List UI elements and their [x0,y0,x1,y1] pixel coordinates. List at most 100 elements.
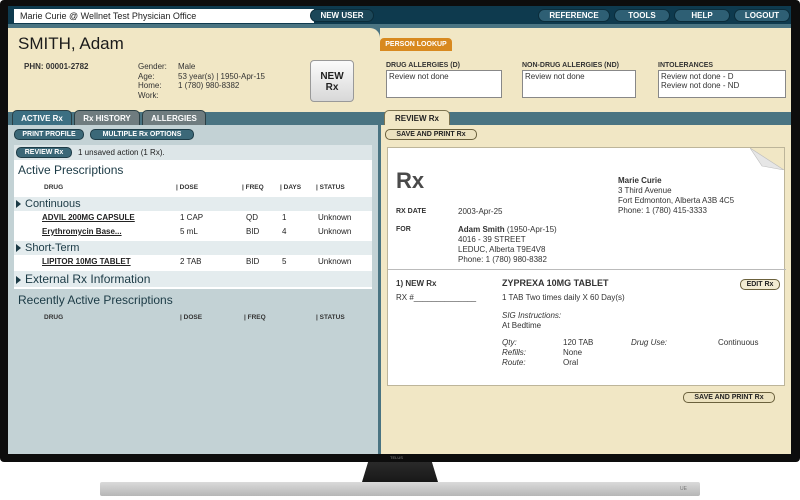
recent-col-drug: DRUG [44,314,64,321]
print-profile-button[interactable]: PRINT PROFILE [14,129,84,140]
intolerances-line2: Review not done - ND [661,81,740,90]
patient-header: SMITH, Adam PHN: 00001-2782 Gender: Male … [8,28,380,112]
new-rx-button[interactable]: NEW Rx [310,60,354,102]
tab-review-rx[interactable]: REVIEW Rx [384,110,450,126]
continuous-label: Continuous [25,198,81,210]
rx-status: Unknown [318,213,352,222]
review-rx-button[interactable]: REVIEW Rx [16,147,72,158]
for-phone: Phone: 1 (780) 980-8382 [458,255,547,264]
person-lookup-tab[interactable]: PERSON LOOKUP [380,38,452,51]
short-term-label: Short-Term [25,242,80,254]
rx-drug-name: ZYPREXA 10MG TABLET [502,278,609,288]
expand-icon [16,244,21,253]
reference-button[interactable]: REFERENCE [538,9,610,22]
rx-date-value: 2003-Apr-25 [458,207,503,216]
recent-prescriptions-title: Recently Active Prescriptions [18,293,173,307]
rx-drug-link[interactable]: ADVIL 200MG CAPSULE [42,213,135,222]
rx-dose: 5 mL [180,227,198,236]
table-row: Erythromycin Base... 5 mL BID 4 Unknown [14,226,372,238]
prescriber-phone: Phone: 1 (780) 415-3333 [618,206,707,215]
save-and-print-top-button[interactable]: SAVE AND PRINT Rx [385,129,477,140]
recent-prescriptions-section: Recently Active Prescriptions DRUG | DOS… [14,289,372,454]
nondrug-allergies-box[interactable]: Review not done [522,70,636,98]
rx-status: Unknown [318,227,352,236]
patient-demographics: Gender: Male Age: 53 year(s) | 1950-Apr-15… [138,62,265,100]
intolerances-label: INTOLERANCES [658,62,714,69]
refills-label: Refills: [502,348,527,357]
rx-date-label: RX DATE [396,208,427,215]
drug-allergies-box[interactable]: Review not done [386,70,502,98]
person-lookup-panel: PERSON LOOKUP DRUG ALLERGIES (D) Review … [380,28,791,112]
table-row: LIPITOR 10MG TABLET 2 TAB BID 5 Unknown [14,256,372,268]
nondrug-allergies: NON-DRUG ALLERGIES (ND) Review not done [522,62,636,98]
rx-drug-link[interactable]: Erythromycin Base... [42,227,122,236]
route-label: Route: [502,358,526,367]
recent-col-dose: | DOSE [180,314,203,321]
current-user: Marie Curie @ Wellnet Test Physician Off… [14,9,314,23]
active-rx-panel: PRINT PROFILE MULTIPLE Rx OPTIONS REVIEW… [8,125,378,454]
age-value: 53 year(s) | 1950-Apr-15 [178,71,266,81]
patient-phn: PHN: 00001-2782 [24,62,89,71]
col-days: | DAYS [280,184,302,191]
tools-button[interactable]: TOOLS [614,9,670,22]
monitor-brand: TELUS [390,455,403,460]
prescriber-address-2: Fort Edmonton, Alberta A3B 4C5 [618,196,735,205]
review-rx-panel: SAVE AND PRINT Rx Rx Marie Curie 3 Third… [381,125,791,454]
short-term-group[interactable]: Short-Term [14,241,372,255]
for-address-1: 4016 - 39 STREET [458,235,526,244]
prescriber-name: Marie Curie [618,176,662,185]
continuous-group[interactable]: Continuous [14,197,372,211]
new-rx-top: NEW [320,71,344,82]
col-status: | STATUS [316,184,345,191]
for-name: Adam Smith [458,225,505,234]
save-and-print-bottom-button[interactable]: SAVE AND PRINT Rx [683,392,775,403]
edit-rx-button[interactable]: EDIT Rx [740,279,780,290]
expand-icon [16,200,21,209]
drug-use-label: Drug Use: [631,338,668,347]
new-rx-bottom: Rx [325,82,339,93]
rx-dose: 1 CAP [180,213,204,222]
work-label: Work: [138,90,159,100]
recent-col-status: | STATUS [316,314,345,321]
monitor-stand-base [100,482,700,496]
logout-button[interactable]: LOGOUT [734,9,790,22]
drug-allergies-label: DRUG ALLERGIES (D) [386,62,461,69]
rx-freq: BID [246,257,260,266]
col-freq: | FREQ [242,184,264,191]
tab-allergies[interactable]: ALLERGIES [142,110,206,126]
nondrug-allergies-value: Review not done [525,72,585,81]
rx-drug-link[interactable]: LIPITOR 10MG TABLET [42,257,131,266]
multiple-rx-options-button[interactable]: MULTIPLE Rx OPTIONS [90,129,194,140]
intolerances: INTOLERANCES Review not done - D Review … [658,62,786,98]
rx-days: 1 [282,213,287,222]
external-rx-group[interactable]: External Rx Information [14,271,372,287]
new-user-button[interactable]: NEW USER [310,9,374,22]
tab-active-rx[interactable]: ACTIVE Rx [12,110,72,126]
sig-label: SIG Instructions: [502,311,562,320]
monitor-stand-neck [362,462,438,482]
gender-label: Gender: [138,62,167,71]
drug-allergies-value: Review not done [389,72,449,81]
intolerances-box[interactable]: Review not done - D Review not done - ND [658,70,786,98]
nondrug-allergies-label: NON-DRUG ALLERGIES (ND) [522,62,619,69]
qty-value: 120 TAB [563,338,594,347]
intolerances-line1: Review not done - D [661,72,734,81]
drug-allergies: DRUG ALLERGIES (D) Review not done [386,62,502,98]
for-address-2: LEDUC, Alberta T9E4V8 [458,245,546,254]
patient-name: SMITH, Adam [18,34,124,53]
route-value: Oral [563,358,579,367]
rx-symbol: Rx [396,168,425,193]
prescription-list: REVIEW Rx 1 unsaved action (1 Rx). Activ… [14,145,372,454]
unsaved-text: 1 unsaved action (1 Rx). [78,148,165,157]
tab-rx-history[interactable]: Rx HISTORY [74,110,140,126]
rx-days: 5 [282,257,287,266]
rx-days: 4 [282,227,287,236]
rx-freq: BID [246,227,260,236]
rx-dose: 2 TAB [180,257,202,266]
rx-number-label: RX #______________ [396,293,477,302]
unsaved-bar: REVIEW Rx 1 unsaved action (1 Rx). [14,145,372,160]
col-dose: | DOSE [176,184,199,191]
new-rx-item-label: 1) NEW Rx [396,279,437,288]
help-button[interactable]: HELP [674,9,730,22]
sig-value: At Bedtime [502,321,542,330]
